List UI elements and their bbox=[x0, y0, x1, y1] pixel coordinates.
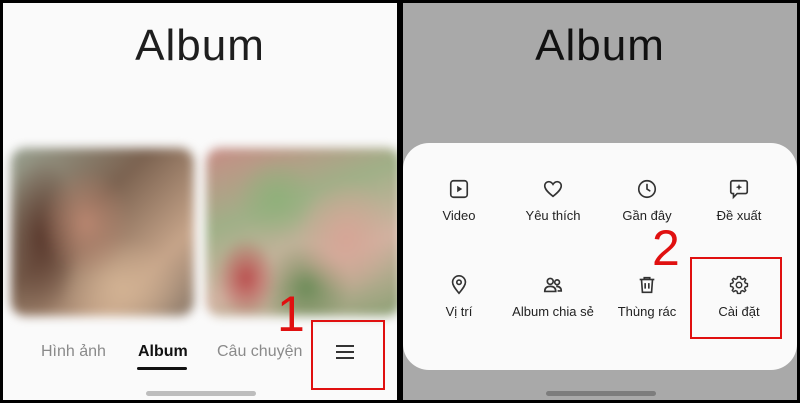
menu-item-favorites[interactable]: Yêu thích bbox=[505, 178, 601, 224]
trash-icon bbox=[639, 276, 655, 294]
album-thumbnail[interactable] bbox=[11, 148, 194, 316]
album-screen-left: Album Hình ảnh Album Câu chuyện 1 bbox=[3, 3, 397, 400]
menu-item-label: Video bbox=[442, 208, 476, 223]
shared-people-icon bbox=[543, 277, 563, 293]
highlight-box-settings bbox=[690, 257, 782, 339]
menu-item-video[interactable]: Video bbox=[411, 178, 507, 224]
video-icon bbox=[449, 179, 469, 199]
menu-item-shared-album[interactable]: Album chia sẻ bbox=[505, 274, 601, 320]
tab-stories[interactable]: Câu chuyện bbox=[217, 343, 302, 361]
album-screen-right: Album Video Yêu thích Gần đây Đề xuất Vị… bbox=[403, 3, 797, 400]
menu-item-label: Thùng rác bbox=[617, 304, 677, 319]
menu-item-trash[interactable]: Thùng rác bbox=[599, 274, 695, 320]
page-title: Album bbox=[535, 21, 665, 70]
suggestion-icon bbox=[729, 179, 749, 200]
clock-icon bbox=[637, 179, 657, 199]
page-title: Album bbox=[135, 21, 265, 70]
location-pin-icon bbox=[451, 275, 467, 295]
menu-item-label: Đề xuất bbox=[716, 208, 762, 223]
menu-item-label: Album chia sẻ bbox=[512, 304, 594, 319]
bottom-tab-bar: Hình ảnh Album Câu chuyện bbox=[3, 343, 313, 373]
heart-icon bbox=[543, 180, 563, 198]
step-marker-1: 1 bbox=[277, 286, 305, 342]
menu-item-suggestions[interactable]: Đề xuất bbox=[691, 178, 787, 224]
home-indicator bbox=[146, 391, 256, 396]
home-indicator bbox=[546, 391, 656, 396]
menu-item-label: Yêu thích bbox=[525, 208, 581, 223]
menu-item-location[interactable]: Vị trí bbox=[411, 274, 507, 320]
tab-pictures[interactable]: Hình ảnh bbox=[41, 343, 106, 361]
tab-albums[interactable]: Album bbox=[138, 343, 188, 361]
active-tab-indicator bbox=[137, 367, 187, 370]
step-marker-2: 2 bbox=[652, 220, 680, 276]
menu-item-label: Vị trí bbox=[445, 304, 473, 319]
menu-item-label: Gần đây bbox=[622, 208, 672, 223]
menu-item-recent[interactable]: Gần đây bbox=[599, 178, 695, 224]
highlight-box-menu bbox=[311, 320, 385, 390]
